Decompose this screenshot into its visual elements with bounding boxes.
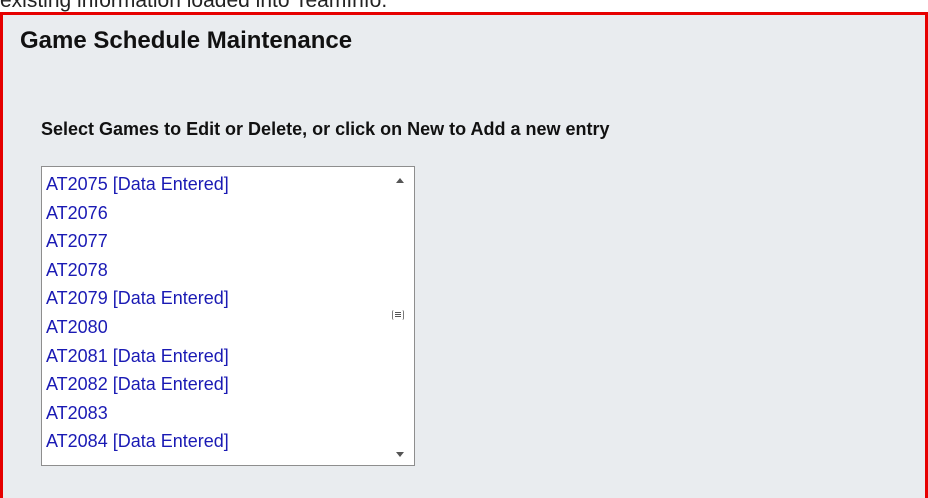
list-item[interactable]: AT2079 [Data Entered] — [42, 284, 386, 313]
grip-icon — [392, 310, 404, 320]
games-list-items: AT2075 [Data Entered] AT2076 AT2077 AT20… — [42, 167, 386, 456]
arrow-up-icon — [396, 177, 404, 183]
list-item[interactable]: AT2081 [Data Entered] — [42, 342, 386, 371]
list-item[interactable]: AT2083 — [42, 399, 386, 428]
list-item[interactable]: AT2080 — [42, 313, 386, 342]
scroll-down-button[interactable] — [386, 443, 414, 465]
page-title: Game Schedule Maintenance — [20, 27, 353, 54]
list-item[interactable]: AT2077 — [42, 227, 386, 256]
game-schedule-panel: Game Schedule Maintenance Select Games t… — [0, 12, 928, 498]
vertical-scrollbar[interactable] — [386, 167, 414, 465]
scrollbar-thumb[interactable] — [389, 307, 407, 323]
games-listbox[interactable]: AT2075 [Data Entered] AT2076 AT2077 AT20… — [41, 166, 415, 466]
list-item[interactable]: AT2082 [Data Entered] — [42, 370, 386, 399]
list-item[interactable]: AT2076 — [42, 199, 386, 228]
list-item[interactable]: AT2078 — [42, 256, 386, 285]
arrow-down-icon — [396, 451, 404, 457]
list-item[interactable]: AT2075 [Data Entered] — [42, 170, 386, 199]
scroll-up-button[interactable] — [386, 169, 414, 191]
list-item[interactable]: AT2084 [Data Entered] — [42, 427, 386, 456]
instruction-text: Select Games to Edit or Delete, or click… — [41, 119, 610, 139]
